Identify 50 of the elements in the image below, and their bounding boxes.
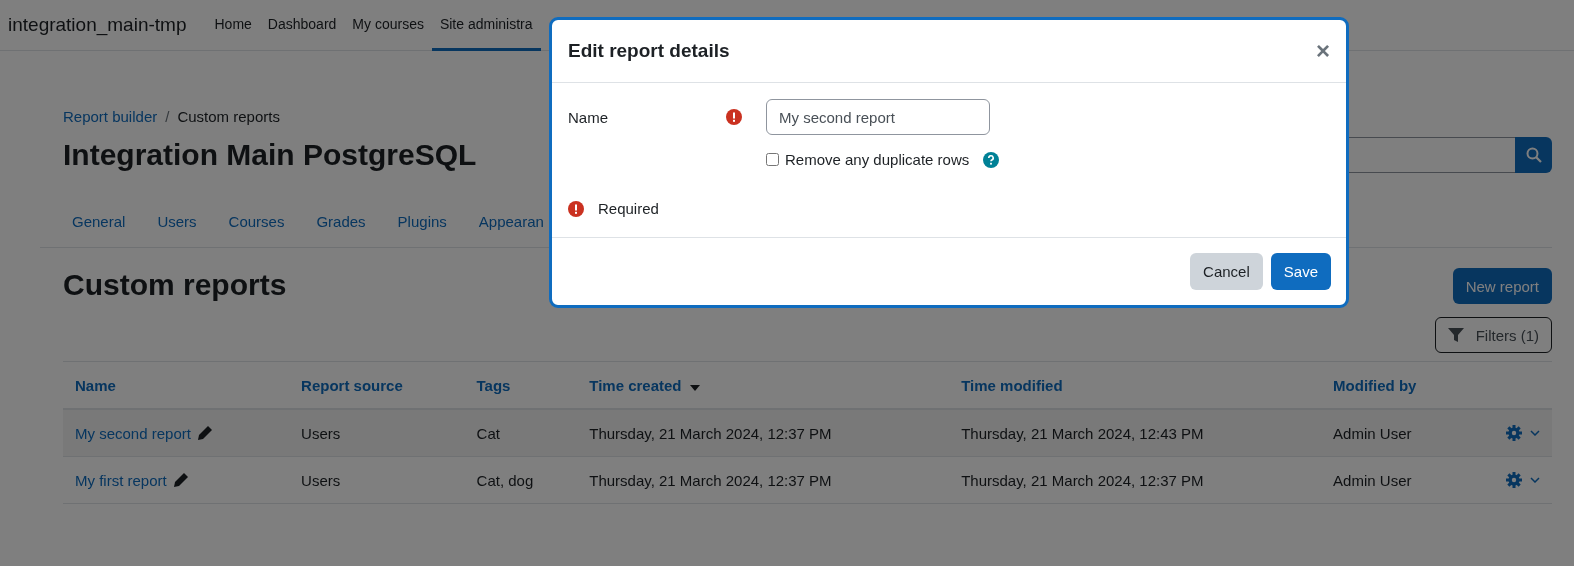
section-heading: Custom reports [63, 268, 287, 303]
nav-link[interactable]: Home [206, 0, 260, 51]
chevron-down-icon[interactable] [1530, 430, 1540, 436]
help-icon[interactable] [983, 151, 1000, 168]
table-cell: Users [301, 424, 341, 442]
table-cell: Admin User [1333, 471, 1412, 489]
error-icon [726, 109, 742, 125]
error-icon [568, 200, 584, 217]
new-report-button[interactable]: New report [1452, 268, 1552, 304]
nav-link[interactable]: Dashboard [259, 0, 345, 51]
table-cell: Thursday, 21 March 2024, 12:37 PM [961, 471, 1204, 489]
report-link[interactable]: My second report [75, 424, 191, 442]
close-button[interactable]: × [1316, 37, 1330, 65]
filter-icon [1447, 327, 1464, 343]
checkbox-label: Remove any duplicate rows [785, 151, 970, 168]
table-cell: Cat, dog [476, 471, 534, 489]
table-cell: Cat [476, 424, 500, 442]
chevron-down-icon[interactable] [1530, 477, 1540, 483]
filters-button[interactable]: Filters (1) [1434, 317, 1552, 353]
current-page-label: Custom reports [177, 108, 280, 125]
site-name[interactable]: integration_main-tmp [8, 0, 187, 50]
pencil-icon[interactable] [172, 472, 189, 488]
nav-link[interactable]: My courses [344, 0, 432, 51]
page-title: Integration Main PostgreSQL [63, 138, 477, 172]
checkbox[interactable] [766, 153, 779, 166]
secondary-nav-link[interactable]: Grades [300, 212, 382, 230]
secondary-nav-link[interactable]: Courses [212, 212, 301, 230]
nav-link[interactable]: Site administra [431, 0, 541, 51]
table-cell: Thursday, 21 March 2024, 12:43 PM [961, 424, 1204, 442]
search-button[interactable] [1515, 137, 1552, 173]
gear-icon[interactable] [1506, 425, 1522, 441]
gear-icon[interactable] [1506, 472, 1522, 488]
search-icon [1525, 147, 1542, 163]
dialog-title: Edit report details [568, 40, 730, 62]
error-message: Required [598, 200, 659, 217]
table-cell: Thursday, 21 March 2024, 12:37 PM [589, 471, 832, 489]
secondary-nav-link[interactable]: General [56, 212, 142, 230]
secondary-nav-link[interactable]: Plugins [381, 212, 463, 230]
table-cell: Users [301, 471, 341, 489]
name-field[interactable]: My second report [766, 99, 990, 135]
report-link[interactable]: My first report [75, 471, 167, 489]
table-cell: Admin User [1333, 424, 1412, 442]
field-label: Name [568, 108, 609, 126]
table-cell: Thursday, 21 March 2024, 12:37 PM [589, 424, 832, 442]
breadcrumb-separator: / [165, 108, 170, 125]
breadcrumb-link[interactable]: Report builder [63, 108, 158, 125]
pencil-icon[interactable] [196, 425, 213, 441]
secondary-nav-link[interactable]: Users [141, 212, 213, 230]
save-button[interactable]: Save [1270, 253, 1331, 290]
cancel-button[interactable]: Cancel [1190, 253, 1263, 290]
